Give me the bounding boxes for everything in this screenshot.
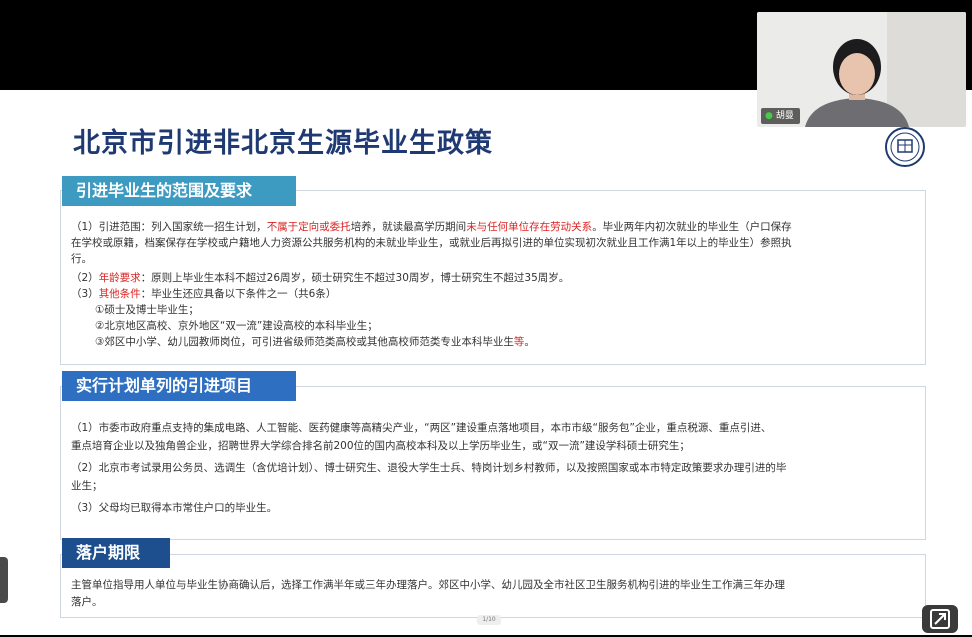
scope-item-3: （3）其他条件：毕业生还应具备以下条件之一（共6条） [71, 286, 915, 302]
project-item-3: （3）父母均已取得本市常住户口的毕业生。 [71, 502, 278, 514]
section-header-projects: 实行计划单列的引进项目 [62, 371, 296, 401]
webcam-video-tile[interactable]: ● 胡曼 [757, 12, 966, 127]
participant-name: 胡曼 [775, 111, 794, 121]
scope-item-2: （2）年龄要求：原则上毕业生本科不超过26周岁，硕士研究生不超过30周岁，博士研… [71, 270, 915, 286]
scope-item-1-line-1: （1）引进范围：列入国家统一招生计划，不属于定向或委托培养，就读最高学历期间未与… [71, 219, 915, 235]
condition-3: ③郊区中小学、幼儿园教师岗位，可引进省级师范类高校或其他高校师范类专业本科毕业生… [71, 334, 915, 350]
expand-button[interactable] [922, 605, 958, 633]
text-segment: 培养，就读最高学历期间 [350, 221, 467, 233]
university-logo-icon [885, 127, 925, 167]
highlight-text: 年龄要求 [98, 272, 141, 284]
highlight-text: 其他条件 [98, 288, 141, 300]
section-header-scope: 引进毕业生的范围及要求 [62, 176, 296, 206]
expand-arrow-icon [930, 609, 950, 629]
page-indicator: 1/10 [477, 615, 501, 625]
condition-2: ②北京地区高校、京外地区“双一流”建设高校的本科毕业生； [95, 320, 378, 332]
text-segment: （2） [71, 272, 99, 284]
text-segment: ：毕业生还应具备以下条件之一（共6条） [140, 288, 337, 300]
presentation-slide: 北京市引进非北京生源毕业生政策 （1）引进范围：列入国家统一招生计划，不属于定向… [0, 90, 972, 635]
highlight-text: 不属于定向或委托 [266, 221, 351, 233]
highlight-text: 未与任何单位存在劳动关系 [466, 221, 593, 233]
settlement-line-2: 落户。 [71, 596, 103, 608]
text-segment: （3） [71, 288, 99, 300]
text-segment: （1）引进范围：列入国家统一招生计划， [71, 221, 267, 233]
text-segment: ③郊区中小学、幼儿园教师岗位，可引进省级师范类高校或其他高校师范类专业本科毕业生 [95, 336, 514, 348]
scope-item-1-line-2: 在学校或原籍，档案保存在学校或户籍地人力资源公共服务机构的未就业毕业生，或就业后… [71, 237, 792, 249]
side-panel-handle[interactable] [0, 557, 8, 603]
text-segment: 。 [524, 336, 535, 348]
project-item-1-line-2: 重点培育企业以及独角兽企业，招聘世界大学综合排名前200位的国内高校本科及以上学… [71, 440, 690, 452]
text-segment: 。毕业两年内初次就业的毕业生（户口保存 [592, 221, 792, 233]
highlight-text: 等 [513, 336, 525, 348]
text-segment: ：原则上毕业生本科不超过26周岁，硕士研究生不超过30周岁，博士研究生不超过35… [140, 272, 570, 284]
slide-title: 北京市引进非北京生源毕业生政策 [73, 128, 493, 159]
section-scope-requirements: （1）引进范围：列入国家统一招生计划，不属于定向或委托培养，就读最高学历期间未与… [60, 190, 926, 365]
project-item-2-line-1: （2）北京市考试录用公务员、选调生（含优培计划）、博士研究生、退役大学生士兵、特… [71, 462, 787, 474]
condition-1: ①硕士及博士毕业生； [95, 304, 199, 316]
scope-item-1-line-3: 行。 [71, 253, 92, 265]
microphone-icon: ● [765, 111, 773, 121]
section-settlement-period: 主管单位指导用人单位与毕业生协商确认后，选择工作满半年或三年办理落户。郊区中小学… [60, 554, 926, 618]
section-planned-projects: （1）市委市政府重点支持的集成电路、人工智能、医药健康等高精尖产业，“两区”建设… [60, 386, 926, 540]
section-header-settlement: 落户期限 [62, 538, 170, 568]
project-item-1-line-1: （1）市委市政府重点支持的集成电路、人工智能、医药健康等高精尖产业，“两区”建设… [71, 422, 772, 434]
settlement-line-1: 主管单位指导用人单位与毕业生协商确认后，选择工作满半年或三年办理落户。郊区中小学… [71, 579, 785, 591]
project-item-2-line-2: 业生； [71, 480, 103, 492]
participant-name-badge: ● 胡曼 [761, 108, 800, 124]
